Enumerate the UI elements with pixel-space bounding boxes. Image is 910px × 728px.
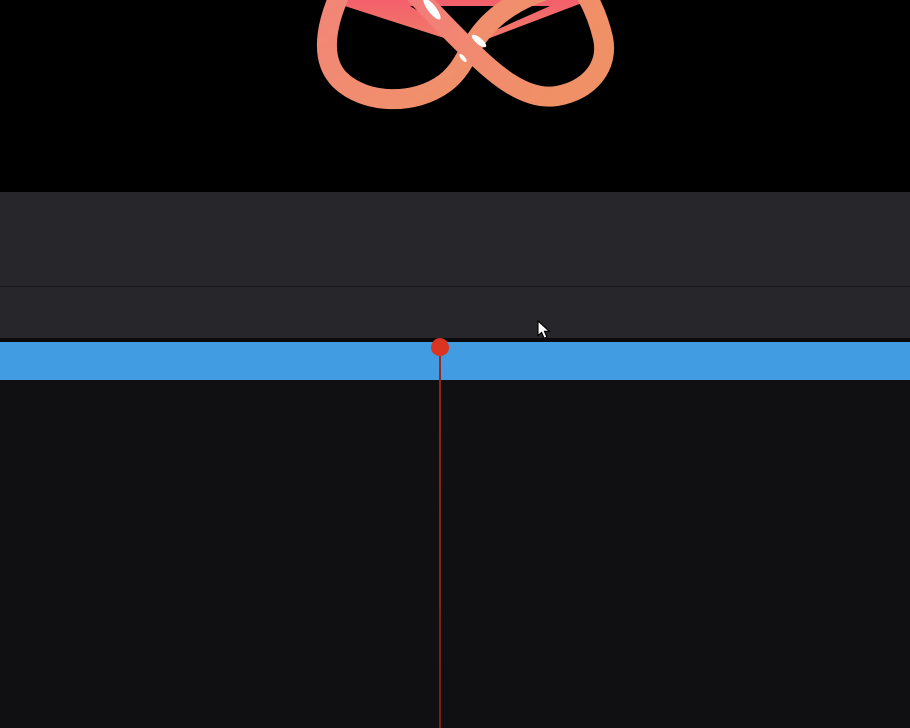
player-toolbar: Fit 1x <box>0 287 910 338</box>
app-window: Fit 1x <box>0 0 910 728</box>
player-panel <box>0 192 910 286</box>
timeline-track[interactable] <box>0 342 910 380</box>
playhead-marker[interactable] <box>431 338 449 356</box>
knot-ribbon-graphic <box>0 0 910 192</box>
mouse-cursor <box>537 320 551 340</box>
animation-preview-canvas <box>0 0 910 192</box>
timeline-body <box>0 380 910 728</box>
playhead-line <box>439 347 441 728</box>
